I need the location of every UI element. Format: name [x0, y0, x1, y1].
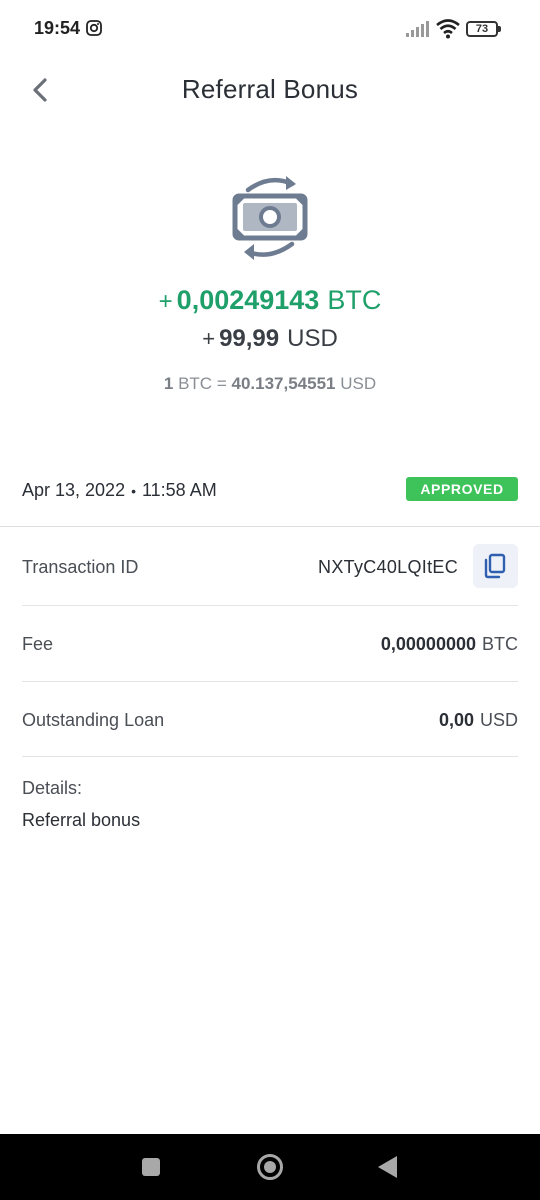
fiat-unit: USD: [287, 325, 338, 352]
rate-eq: =: [216, 374, 227, 393]
details-value: Referral bonus: [22, 810, 141, 830]
txid-label: Transaction ID: [22, 557, 139, 577]
transaction-date: Apr 13, 2022: [22, 480, 126, 500]
fiat-amount: +99,99 USD: [0, 325, 540, 353]
wifi-icon: [436, 19, 460, 39]
loan-value: 0,00 USD: [439, 710, 518, 731]
date-separator: •: [131, 483, 136, 499]
page-title: Referral Bonus: [181, 74, 359, 104]
divider: [0, 526, 540, 527]
battery-icon: 73: [466, 21, 501, 37]
status-time: 19:54: [34, 18, 81, 38]
instagram-icon: [86, 20, 102, 36]
loan-unit: USD: [479, 710, 518, 730]
loan-amount: 0,00: [438, 710, 474, 730]
crypto-value: 0,00249143: [176, 285, 320, 315]
rate-from: BTC: [178, 374, 213, 393]
exchange-rate: 1 BTC = 40.137,54551 USD: [0, 374, 540, 394]
signal-icon: [406, 21, 429, 37]
fee-unit: BTC: [482, 634, 518, 654]
fiat-value: 99,99: [219, 325, 280, 352]
fiat-sign: +: [202, 326, 216, 351]
fee-amount: 0,00000000: [380, 634, 476, 654]
divider: [22, 756, 518, 757]
loan-label: Outstanding Loan: [22, 710, 165, 730]
txid-value: NXTyC40LQItEC: [318, 557, 458, 577]
crypto-amount: +0,00249143 BTC: [0, 285, 540, 316]
navigation-bar: [0, 1134, 540, 1200]
crypto-unit: BTC: [327, 285, 382, 315]
home-button[interactable]: [257, 1154, 283, 1180]
screen: 19:54 73 Referral Bonus + 0,00249143 BTC…: [0, 0, 540, 1200]
back-button[interactable]: [378, 1156, 397, 1178]
status-badge: APPROVED: [406, 477, 518, 501]
fee-label: Fee: [22, 634, 54, 654]
divider: [22, 681, 518, 682]
transaction-datetime: Apr 13, 2022 • 11:58 AM: [22, 480, 217, 501]
recent-apps-button[interactable]: [142, 1158, 160, 1176]
copy-icon: [484, 553, 506, 579]
rate-to: USD: [340, 374, 377, 393]
details-label: Details:: [22, 778, 83, 798]
copy-button[interactable]: [473, 544, 518, 588]
money-exchange-icon: [232, 176, 308, 260]
status-bar: 19:54 73: [0, 0, 540, 60]
transaction-time: 11:58 AM: [141, 480, 217, 500]
rate-value: 40.137,54551: [231, 374, 336, 393]
crypto-sign: +: [158, 288, 173, 315]
rate-qty: 1: [163, 374, 174, 393]
divider: [22, 605, 518, 606]
fee-value: 0,00000000 BTC: [381, 634, 518, 655]
